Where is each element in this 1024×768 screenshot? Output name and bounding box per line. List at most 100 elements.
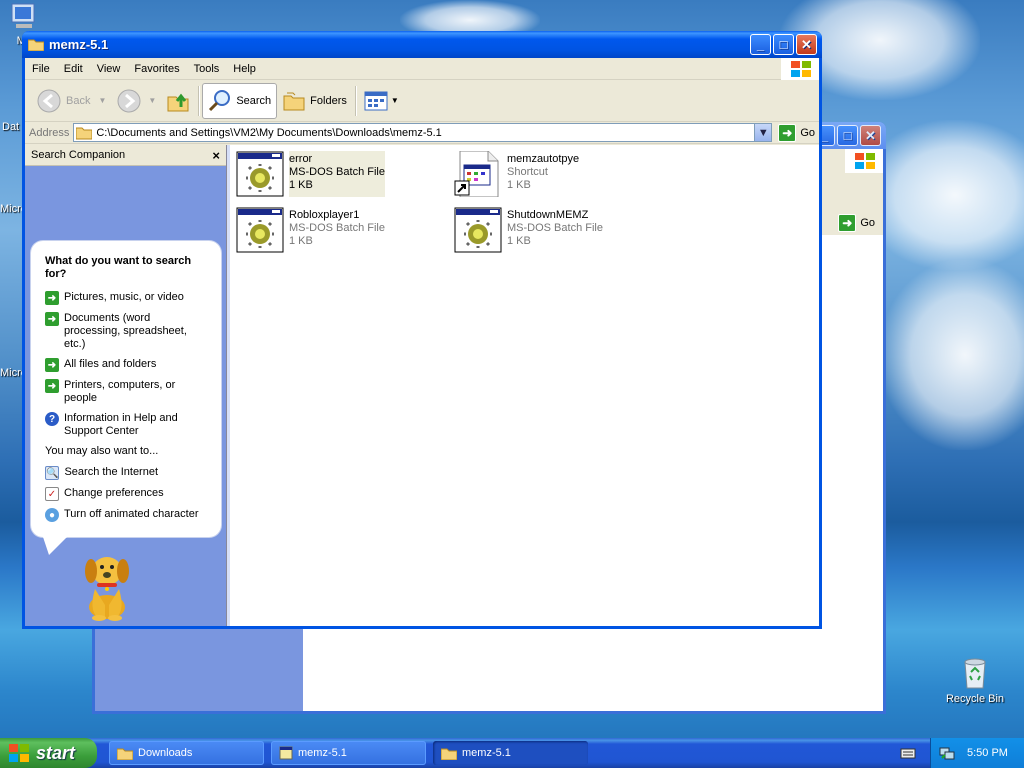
search-option-documents[interactable]: ➜ Documents (word processing, spreadsheet… — [45, 312, 209, 351]
file-size: 1 KB — [289, 235, 313, 247]
desktop-icon-label: Recycle Bin — [945, 693, 1005, 705]
desktop-icon-recycle-bin[interactable]: Recycle Bin — [940, 656, 1010, 705]
folders-icon — [283, 92, 305, 110]
file-list: error MS-DOS Batch File 1 KB memzautotpy… — [227, 145, 819, 626]
windows-logo-icon — [845, 149, 883, 173]
search-companion-title: Search Companion — [31, 149, 126, 161]
search-label: Search — [236, 94, 272, 107]
back-arrow-icon — [37, 89, 61, 112]
green-arrow-icon: ➜ — [45, 358, 59, 372]
green-arrow-icon: ➜ — [45, 379, 59, 393]
go-label: Go — [800, 126, 815, 139]
menu-favorites[interactable]: Favorites — [127, 63, 186, 75]
menu-bar: File Edit View Favorites Tools Help — [25, 58, 819, 80]
back-label: Back — [66, 94, 91, 107]
file-type: Shortcut — [507, 166, 548, 178]
option-label: Printers, computers, or people — [64, 379, 176, 404]
standard-toolbar: Back ▼ ▼ Search Folders ▼ — [25, 80, 819, 122]
system-tray: 5:50 PM — [930, 738, 1024, 768]
back-dropdown-icon[interactable]: ▼ — [98, 96, 106, 105]
address-dropdown-icon[interactable]: ▼ — [754, 124, 772, 141]
network-icon[interactable] — [939, 745, 955, 761]
change-preferences-link[interactable]: ✓ Change preferences — [45, 487, 209, 501]
taskbar-button-memz-batch[interactable]: memz-5.1 — [271, 741, 426, 765]
shortcut-icon — [454, 151, 499, 197]
go-label: Go — [860, 217, 875, 229]
search-option-printers[interactable]: ➜ Printers, computers, or people — [45, 379, 209, 405]
menu-file[interactable]: File — [25, 63, 57, 75]
file-type: MS-DOS Batch File — [289, 166, 385, 178]
preferences-icon: ✓ — [45, 487, 59, 501]
maximize-button[interactable]: □ — [773, 34, 794, 55]
file-name: error — [289, 153, 313, 165]
explorer-window[interactable]: memz-5.1 _ □ ✕ File Edit View Favorites … — [22, 31, 822, 629]
maximize-button[interactable]: □ — [837, 125, 858, 146]
forward-arrow-icon — [117, 89, 141, 112]
address-input[interactable]: C:\Documents and Settings\VM2\My Documen… — [73, 123, 773, 142]
search-bubble: What do you want to search for? ➜ Picture… — [31, 241, 221, 555]
option-label: Documents (word processing, spreadsheet,… — [64, 312, 187, 350]
menu-edit[interactable]: Edit — [57, 63, 90, 75]
window-content: Search Companion × What do you want to s… — [25, 145, 819, 626]
folder-icon — [117, 748, 133, 760]
green-arrow-icon: ➜ — [45, 312, 59, 326]
folders-button[interactable]: Folders — [277, 83, 352, 119]
turn-off-character-link[interactable]: ● Turn off animated character — [45, 508, 209, 522]
close-button[interactable]: ✕ — [860, 125, 881, 146]
clock[interactable]: 5:50 PM — [967, 747, 1008, 759]
views-button[interactable]: ▼ — [359, 83, 404, 119]
globe-icon: ● — [45, 508, 59, 522]
close-icon[interactable]: × — [212, 148, 220, 163]
views-dropdown-icon: ▼ — [390, 96, 399, 105]
window-titlebar[interactable]: memz-5.1 _ □ ✕ — [22, 31, 822, 58]
search-dog-icon[interactable] — [75, 549, 139, 621]
search-companion-header: Search Companion × — [25, 145, 226, 166]
start-button[interactable]: start — [0, 738, 97, 768]
keyboard-icon[interactable] — [900, 747, 916, 759]
windows-logo-icon — [781, 58, 819, 80]
forward-button[interactable]: ▼ — [111, 83, 161, 119]
search-option-help[interactable]: ? Information in Help and Support Center — [45, 412, 209, 438]
go-arrow-icon: ➜ — [778, 123, 797, 142]
start-label: start — [36, 742, 76, 763]
forward-dropdown-icon[interactable]: ▼ — [148, 96, 156, 105]
search-internet-link[interactable]: 🔍 Search the Internet — [45, 466, 209, 480]
search-companion-pane: Search Companion × What do you want to s… — [25, 145, 227, 626]
file-item[interactable]: error MS-DOS Batch File 1 KB — [236, 151, 446, 197]
go-arrow-icon: ➜ — [838, 214, 857, 232]
task-label: memz-5.1 — [298, 747, 347, 759]
up-folder-button[interactable] — [161, 83, 195, 119]
search-option-all-files[interactable]: ➜ All files and folders — [45, 358, 209, 372]
menu-help[interactable]: Help — [226, 63, 263, 75]
search-option-pictures[interactable]: ➜ Pictures, music, or video — [45, 291, 209, 305]
taskbar: start Downloads memz-5.1 memz-5.1 5:50 P… — [0, 738, 1024, 768]
file-size: 1 KB — [507, 179, 531, 191]
search-button[interactable]: Search — [202, 82, 278, 119]
menu-tools[interactable]: Tools — [187, 63, 227, 75]
back-go-button[interactable]: ➜ Go — [838, 214, 875, 232]
file-name: ShutdownMEMZ — [507, 209, 589, 221]
minimize-button[interactable]: _ — [750, 34, 771, 55]
taskbar-button-memz-folder[interactable]: memz-5.1 — [433, 741, 588, 765]
cloud — [880, 260, 1024, 450]
file-size: 1 KB — [507, 235, 531, 247]
desktop-icon-label: Dat — [2, 121, 20, 133]
back-button[interactable]: Back ▼ — [31, 83, 111, 119]
folders-label: Folders — [310, 94, 347, 107]
option-label: Search the Internet — [64, 466, 159, 478]
search-question: What do you want to search for? — [45, 255, 192, 280]
file-item[interactable]: Robloxplayer1 MS-DOS Batch File 1 KB — [236, 207, 446, 253]
views-icon — [364, 91, 388, 110]
taskbar-button-downloads[interactable]: Downloads — [109, 741, 264, 765]
file-item[interactable]: ShutdownMEMZ MS-DOS Batch File 1 KB — [454, 207, 664, 253]
address-label: Address — [29, 126, 70, 139]
close-button[interactable]: ✕ — [796, 34, 817, 55]
green-arrow-icon: ➜ — [45, 291, 59, 305]
option-label: Change preferences — [64, 487, 164, 499]
file-item[interactable]: memzautotpye Shortcut 1 KB — [454, 151, 664, 197]
folder-icon — [76, 127, 93, 139]
toolbar-separator — [354, 85, 356, 116]
go-button[interactable]: ➜ Go — [778, 123, 815, 142]
address-bar: Address C:\Documents and Settings\VM2\My… — [25, 122, 819, 144]
menu-view[interactable]: View — [90, 63, 128, 75]
